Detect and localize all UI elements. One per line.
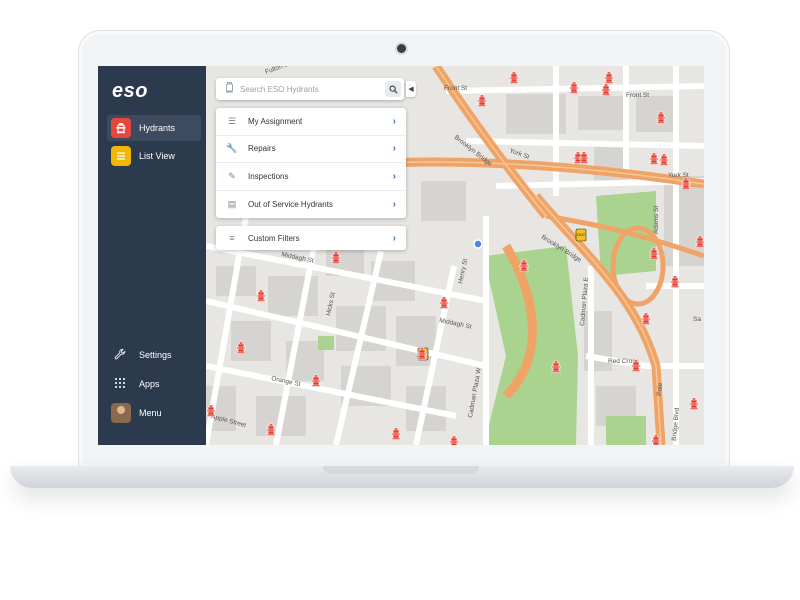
menu-item-my-assignment[interactable]: ☰ My Assignment › [216,108,406,136]
hydrant-marker[interactable] [477,94,487,107]
hydrant-marker[interactable] [641,312,651,325]
menu-item-inspections[interactable]: ✎ Inspections › [216,163,406,191]
webcam [397,44,406,53]
hydrant-outline-icon [220,82,238,96]
sidebar-item-settings[interactable]: Settings [111,344,172,366]
eso-logo: eso [112,80,148,102]
chevron-right-icon: › [392,232,396,244]
chevron-right-icon: › [392,143,396,155]
sidebar-item-menu[interactable]: Menu [111,402,162,424]
chevron-right-icon: › [392,198,396,210]
hydrant-marker[interactable] [417,347,427,360]
laptop-notch [323,466,479,474]
hydrant-icon [111,118,131,138]
chevron-left-icon: ◀ [408,86,414,93]
hydrant-marker[interactable] [391,427,401,440]
hydrant-marker[interactable] [206,404,216,417]
hydrant-marker[interactable] [601,83,611,96]
street-label: Front St [444,85,467,92]
wrench-icon [111,348,129,363]
hydrant-marker[interactable] [659,153,669,166]
sidebar-item-label: Settings [139,350,172,360]
sidebar-item-hydrants[interactable]: Hydrants [107,115,201,141]
hydrant-marker[interactable] [681,177,691,190]
street-label: Adams St [653,206,660,234]
custom-filters-label: Custom Filters [248,233,300,243]
hydrant-marker[interactable] [695,235,705,248]
filter-menu: ☰ My Assignment › 🔧 Repairs › ✎ Inspecti… [216,108,406,218]
hydrant-marker[interactable] [631,359,641,372]
chevron-right-icon: › [392,170,396,182]
hydrant-marker[interactable] [689,397,699,410]
menu-item-label: My Assignment [248,116,303,126]
checklist-icon: ☰ [227,115,237,126]
hydrant-marker[interactable] [579,151,589,164]
user-location-dot [473,239,483,249]
sidebar: eso Hydrants List View Settings Apps Men… [98,66,206,445]
hydrant-marker[interactable] [649,247,659,260]
out-of-service-marker: OUT [575,228,587,242]
hydrant-marker[interactable] [519,259,529,272]
sliders-icon: ≡ [229,233,235,243]
hydrant-marker[interactable] [569,81,579,94]
street-label: Sa [693,316,701,323]
hydrant-marker[interactable] [670,275,680,288]
sidebar-item-list-view[interactable]: List View [107,143,201,169]
hydrant-marker[interactable] [331,251,341,264]
avatar [111,403,131,423]
hydrant-marker[interactable] [604,71,614,84]
hydrant-marker[interactable] [551,360,561,373]
street-label: Pole [656,382,664,396]
hydrant-marker[interactable] [649,152,659,165]
hydrant-marker[interactable] [266,423,276,436]
collapse-panel-button[interactable]: ◀ [406,81,416,97]
sidebar-item-label: Hydrants [139,123,176,133]
app-screen: eso Hydrants List View Settings Apps Men… [98,66,704,445]
sidebar-item-label: Apps [139,379,160,389]
clipboard-icon: ✎ [228,170,236,181]
sidebar-item-apps[interactable]: Apps [111,373,160,395]
menu-item-label: Repairs [248,144,276,154]
svg-text:OUT: OUT [577,232,586,237]
menu-item-label: Out of Service Hydrants [248,199,333,209]
hydrant-marker[interactable] [236,341,246,354]
list-icon [111,146,131,166]
out-of-service-icon: ▤ [227,198,237,209]
hydrant-marker[interactable] [311,374,321,387]
chevron-right-icon: › [392,115,396,127]
menu-item-out-of-service[interactable]: ▤ Out of Service Hydrants › [216,191,406,219]
hydrant-marker[interactable] [656,111,666,124]
sidebar-item-label: Menu [139,408,162,418]
menu-item-label: Inspections [248,171,289,181]
search-icon[interactable] [385,81,401,97]
hydrant-marker[interactable] [256,289,266,302]
menu-item-repairs[interactable]: 🔧 Repairs › [216,136,406,163]
hydrant-marker[interactable] [509,71,519,84]
sidebar-item-label: List View [139,151,175,161]
hydrant-marker[interactable] [439,296,449,309]
street-label: Front St [626,92,649,99]
apps-grid-icon [111,377,129,392]
search-input[interactable] [238,83,372,95]
wrench-icon: 🔧 [226,143,238,154]
search-bar [216,78,404,100]
custom-filters-button[interactable]: ≡ Custom Filters › [216,226,406,250]
